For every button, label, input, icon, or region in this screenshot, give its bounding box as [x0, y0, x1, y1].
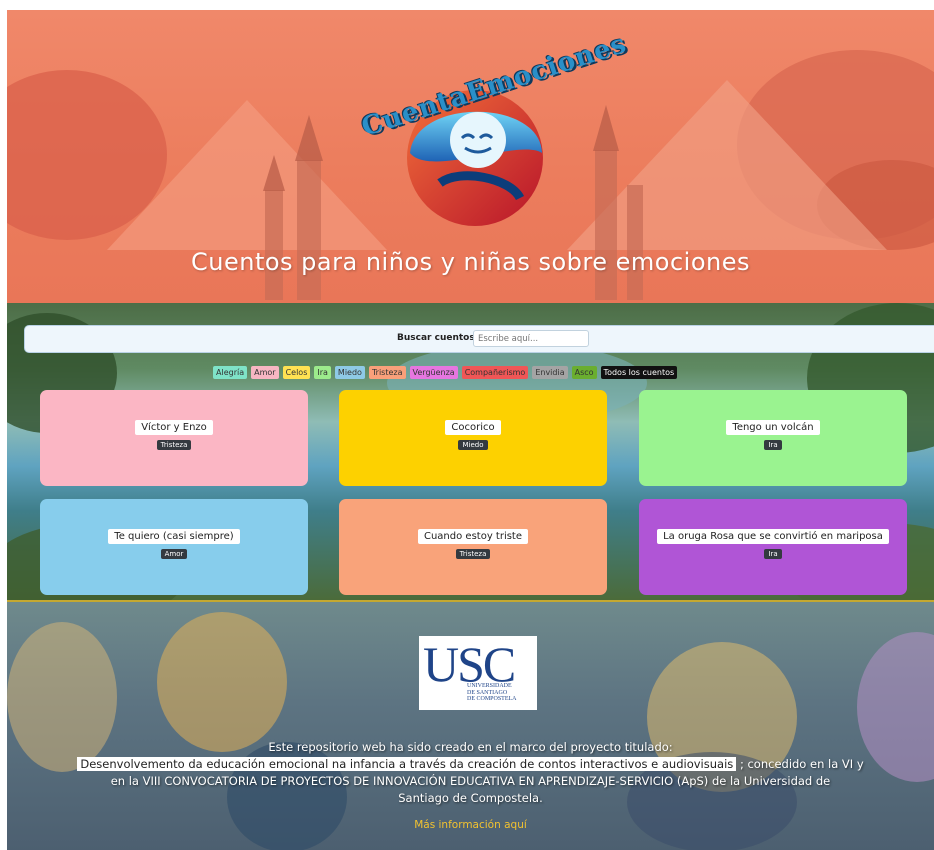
footer-intro: Este repositorio web ha sido creado en e…	[268, 740, 673, 754]
story-card[interactable]: Te quiero (casi siempre) Amor	[40, 499, 308, 595]
footer-line2-suffix: ; concedido en la VI y	[739, 757, 864, 771]
filter-asco[interactable]: Asco	[571, 366, 597, 379]
search-input[interactable]	[473, 330, 589, 347]
background-mountain	[107, 100, 387, 250]
story-title: Cuando estoy triste	[417, 529, 529, 544]
story-card[interactable]: Cuando estoy triste Tristeza	[339, 499, 607, 595]
footer-project-line: Desenvolvemento da educación emocional n…	[7, 757, 934, 771]
castle-tower	[627, 185, 643, 300]
emotion-badge: Ira	[764, 440, 782, 450]
filter-amor[interactable]: Amor	[251, 366, 279, 379]
stories-section: Buscar cuentos: Alegría Amor Celos Ira M…	[7, 303, 934, 600]
filter-todos[interactable]: Todos los cuentos	[600, 366, 678, 379]
emotion-filters: Alegría Amor Celos Ira Miedo Tristeza Ve…	[213, 366, 678, 379]
more-info-link[interactable]: Más información aquí	[7, 819, 934, 831]
castle-tower	[595, 150, 617, 300]
castle-spire	[263, 155, 285, 191]
page: CuentaEmociones Cuentos para niños y niñ…	[7, 10, 934, 850]
story-card[interactable]: Víctor y Enzo Tristeza	[40, 390, 308, 486]
story-title: Te quiero (casi siempre)	[108, 529, 240, 544]
filter-alegria[interactable]: Alegría	[213, 366, 248, 379]
emotion-badge: Tristeza	[455, 549, 491, 559]
search-bar: Buscar cuentos:	[24, 325, 934, 353]
usc-logo[interactable]: USC UNIVERSIDADE DE SANTIAGO DE COMPOSTE…	[419, 636, 537, 710]
castle-spire	[295, 115, 323, 161]
filter-verguenza[interactable]: Vergüenza	[409, 366, 458, 379]
story-card[interactable]: Cocorico Miedo	[339, 390, 607, 486]
usc-logo-subtitle: UNIVERSIDADE DE SANTIAGO DE COMPOSTELA	[467, 683, 517, 702]
page-title: Cuentos para niños y niñas sobre emocion…	[191, 248, 750, 276]
background-character	[157, 612, 287, 752]
footer-university: Santiago de Compostela.	[398, 791, 543, 805]
filter-tristeza[interactable]: Tristeza	[368, 366, 406, 379]
filter-envidia[interactable]: Envidia	[532, 366, 568, 379]
emotion-badge: Amor	[160, 549, 188, 559]
castle-spire	[593, 105, 619, 151]
story-title: Tengo un volcán	[726, 420, 820, 435]
filter-companerismo[interactable]: Compañerismo	[461, 366, 529, 379]
castle-tower	[265, 190, 283, 300]
castle-tower	[297, 160, 321, 300]
filter-miedo[interactable]: Miedo	[334, 366, 365, 379]
story-title: Cocorico	[445, 420, 501, 435]
emotion-badge: Miedo	[458, 440, 488, 450]
footer-convocatoria: en la VIII CONVOCATORIA DE PROYECTOS DE …	[110, 774, 831, 788]
story-title: La oruga Rosa que se convirtió en maripo…	[657, 529, 889, 544]
emotion-badge: Tristeza	[156, 440, 192, 450]
search-label: Buscar cuentos:	[397, 333, 479, 343]
project-title: Desenvolvemento da educación emocional n…	[77, 757, 737, 771]
story-card[interactable]: La oruga Rosa que se convirtió en maripo…	[639, 499, 907, 595]
story-card[interactable]: Tengo un volcán Ira	[639, 390, 907, 486]
header-banner: CuentaEmociones Cuentos para niños y niñ…	[7, 10, 934, 303]
footer: USC UNIVERSIDADE DE SANTIAGO DE COMPOSTE…	[7, 600, 934, 850]
filter-ira[interactable]: Ira	[314, 366, 331, 379]
story-title: Víctor y Enzo	[135, 420, 213, 435]
filter-celos[interactable]: Celos	[282, 366, 311, 379]
emotion-badge: Ira	[764, 549, 782, 559]
